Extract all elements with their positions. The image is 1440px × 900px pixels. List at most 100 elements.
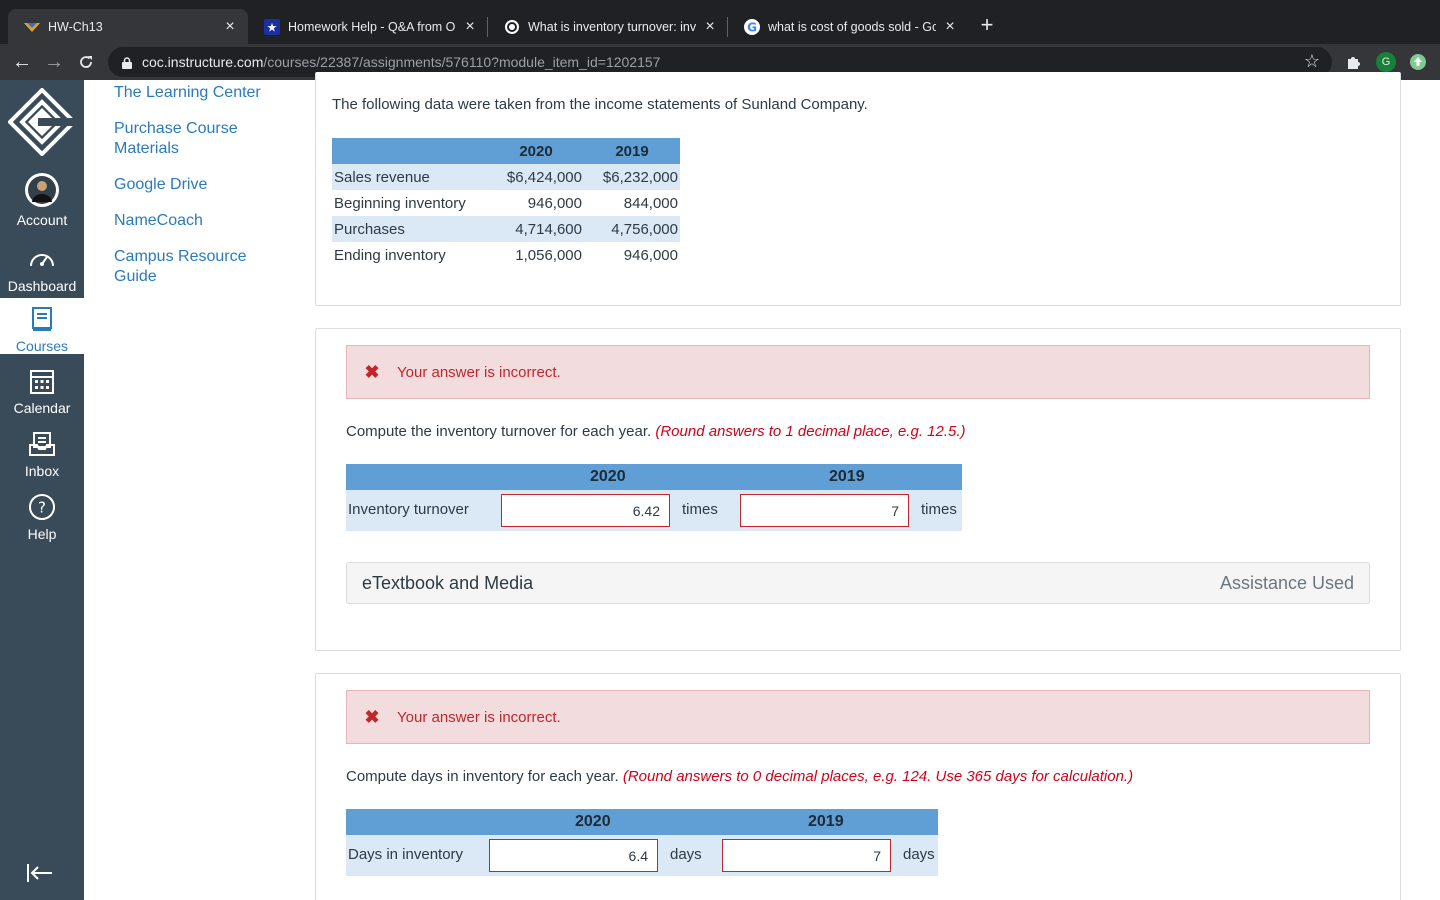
link-google-drive[interactable]: Google Drive: [114, 175, 284, 195]
cell-2019: 844,000: [584, 190, 680, 216]
url-text: coc.instructure.com/courses/22387/assign…: [142, 54, 660, 70]
assistance-used-label: Assistance Used: [1219, 573, 1354, 593]
forward-button[interactable]: →: [42, 50, 66, 74]
nav-inbox[interactable]: Inbox: [0, 429, 84, 479]
incorrect-alert: ✖ Your answer is incorrect.: [346, 690, 1370, 744]
nav-calendar-label: Calendar: [13, 400, 71, 416]
row-label: Purchases: [332, 216, 488, 242]
question-text: Compute the inventory turnover for each …: [346, 423, 966, 440]
link-learning-center[interactable]: The Learning Center: [114, 83, 284, 103]
table-row: Ending inventory 1,056,000 946,000: [332, 242, 680, 268]
browser-tab-bar: HW-Ch13 × ★ Homework Help - Q&A from Or …: [0, 0, 1440, 44]
cell-2019: $6,232,000: [584, 164, 680, 190]
nav-inbox-label: Inbox: [24, 463, 60, 479]
back-button[interactable]: ←: [10, 50, 34, 74]
nav-account[interactable]: Account: [0, 172, 84, 228]
google-favicon-icon: G: [744, 18, 760, 35]
answer-input-2020[interactable]: 6.4: [489, 839, 658, 872]
cell-2020: 4,714,600: [488, 216, 584, 242]
table-header-row: 2020 2019: [332, 138, 680, 164]
etextbook-media-panel[interactable]: eTextbook and Media Assistance Used: [346, 562, 1370, 604]
data-card: The following data were taken from the i…: [315, 72, 1401, 306]
table-row: Sales revenue $6,424,000 $6,232,000: [332, 164, 680, 190]
row-label: Ending inventory: [332, 242, 488, 268]
question-prompt: Compute the inventory turnover for each …: [346, 423, 652, 440]
tab-title: What is inventory turnover: inv: [528, 19, 696, 34]
courses-icon: [0, 304, 84, 334]
table-header-2019: 2019: [584, 138, 680, 164]
question-prompt: Compute days in inventory for each year.: [346, 768, 619, 785]
inbox-icon: [0, 429, 84, 459]
tab-homework-help[interactable]: ★ Homework Help - Q&A from Or ×: [248, 9, 488, 44]
link-campus-resource-guide[interactable]: Campus Resource Guide: [114, 247, 284, 287]
bookmark-star-icon[interactable]: ☆: [1304, 51, 1320, 72]
avatar: [0, 172, 84, 208]
nav-dashboard-label: Dashboard: [7, 278, 77, 294]
error-x-icon: ✖: [364, 706, 380, 727]
row-label: Inventory turnover: [348, 501, 469, 518]
unit-label: times: [682, 501, 718, 518]
unit-label: times: [921, 501, 957, 518]
url-host: coc.instructure.com: [142, 54, 264, 70]
nav-courses[interactable]: Courses: [0, 298, 84, 354]
link-purchase-course-materials[interactable]: Purchase Course Materials: [114, 119, 284, 159]
close-tab-icon[interactable]: ×: [702, 18, 718, 36]
row-label: Sales revenue: [332, 164, 488, 190]
header-2019: 2019: [808, 813, 844, 830]
intro-text: The following data were taken from the i…: [332, 96, 868, 113]
reload-button[interactable]: [74, 50, 98, 74]
alert-message: Your answer is incorrect.: [397, 708, 561, 726]
profile-avatar[interactable]: G: [1375, 51, 1397, 73]
error-x-icon: ✖: [364, 361, 380, 382]
tab-google-search[interactable]: G what is cost of goods sold - Go ×: [728, 9, 968, 44]
nav-dashboard[interactable]: Dashboard: [0, 244, 84, 294]
nav-account-label: Account: [16, 212, 68, 228]
canvas-logo[interactable]: [7, 87, 77, 157]
collapse-nav-icon[interactable]: [26, 862, 54, 891]
question-text: Compute days in inventory for each year.…: [346, 768, 1133, 785]
update-arrow-icon[interactable]: [1407, 51, 1429, 73]
answer-table-header: 2020 2019: [346, 809, 938, 835]
close-tab-icon[interactable]: ×: [942, 18, 958, 36]
close-tab-icon[interactable]: ×: [222, 18, 238, 36]
new-tab-button[interactable]: +: [976, 14, 998, 36]
answer-table: 2020 2019 Days in inventory 6.4 days 7 d…: [346, 809, 938, 876]
link-namecoach[interactable]: NameCoach: [114, 211, 284, 231]
lock-icon: [122, 56, 132, 69]
table-row: Purchases 4,714,600 4,756,000: [332, 216, 680, 242]
svg-text:★: ★: [267, 20, 278, 34]
nav-help[interactable]: ? Help: [0, 492, 84, 542]
answer-input-2020[interactable]: 6.42: [501, 494, 670, 527]
etextbook-label: eTextbook and Media: [362, 573, 534, 593]
unit-label: days: [903, 846, 935, 863]
cell-2019: 4,756,000: [584, 216, 680, 242]
extensions-puzzle-icon[interactable]: [1343, 51, 1365, 73]
url-path: /courses/22387/assignments/576110?module…: [263, 54, 661, 70]
nav-courses-label: Courses: [15, 338, 69, 354]
cell-2019: 946,000: [584, 242, 680, 268]
alert-message: Your answer is incorrect.: [397, 363, 561, 381]
tab-title: HW-Ch13: [48, 19, 103, 34]
svg-text:?: ?: [38, 499, 46, 517]
answer-input-2019[interactable]: 7: [722, 839, 891, 872]
cell-2020: 946,000: [488, 190, 584, 216]
rounding-hint: (Round answers to 1 decimal place, e.g. …: [655, 423, 966, 440]
calendar-icon: [0, 366, 84, 396]
close-tab-icon[interactable]: ×: [462, 18, 478, 36]
header-2020: 2020: [575, 813, 611, 830]
tab-title: what is cost of goods sold - Go: [768, 19, 936, 34]
rounding-hint: (Round answers to 0 decimal places, e.g.…: [622, 768, 1134, 785]
tab-inventory-turnover[interactable]: What is inventory turnover: inv ×: [488, 9, 728, 44]
help-icon: ?: [0, 492, 84, 522]
unit-label: days: [670, 846, 702, 863]
nav-calendar[interactable]: Calendar: [0, 366, 84, 416]
tab-title: Homework Help - Q&A from Or: [288, 19, 456, 34]
question-card-2: ✖ Your answer is incorrect. Compute days…: [315, 673, 1401, 900]
income-data-table: 2020 2019 Sales revenue $6,424,000 $6,23…: [332, 138, 680, 268]
answer-input-2019[interactable]: 7: [740, 494, 909, 527]
question-card-1: ✖ Your answer is incorrect. Compute the …: [315, 328, 1401, 651]
answer-table: 2020 2019 Inventory turnover 6.42 times …: [346, 464, 962, 531]
tab-hw-ch13[interactable]: HW-Ch13 ×: [8, 9, 248, 44]
header-2020: 2020: [590, 468, 626, 485]
star-favicon-icon: ★: [264, 18, 280, 35]
